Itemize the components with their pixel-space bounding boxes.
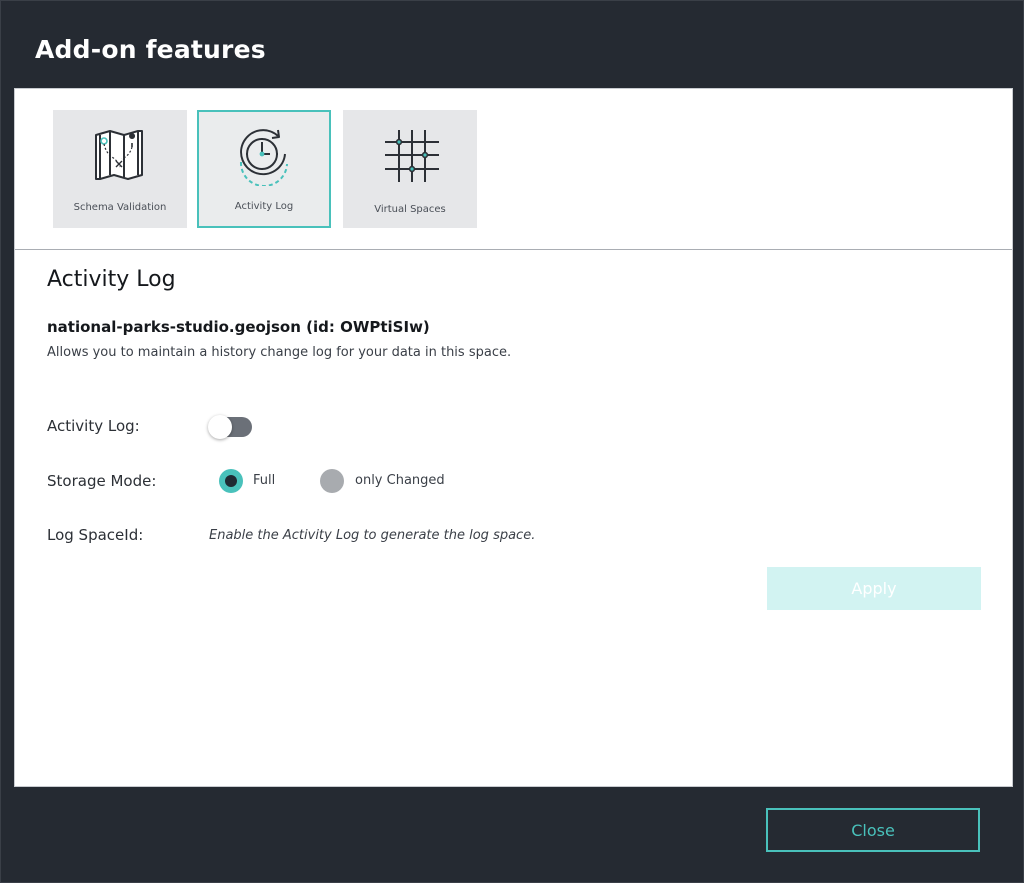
tile-label: Schema Validation <box>73 202 167 213</box>
radio-dot <box>225 475 237 487</box>
apply-button[interactable]: Apply <box>767 567 981 610</box>
storage-mode-only-changed-label[interactable]: only Changed <box>355 473 445 488</box>
modal-content: Schema Validation Activity Log Virtual S… <box>14 88 1013 787</box>
storage-mode-full-label[interactable]: Full <box>253 473 275 488</box>
add-on-features-modal: Add-on features Schema Validation Activi… <box>0 0 1024 883</box>
activity-log-label: Activity Log: <box>47 417 140 435</box>
tile-virtual-spaces[interactable]: Virtual Spaces <box>343 110 477 228</box>
storage-mode-full-radio[interactable] <box>219 469 243 493</box>
section-title: Activity Log <box>47 267 176 292</box>
tile-label: Virtual Spaces <box>374 204 446 215</box>
tile-label: Activity Log <box>234 201 294 212</box>
log-spaceid-label: Log SpaceId: <box>47 526 144 544</box>
modal-title: Add-on features <box>35 35 266 64</box>
close-button[interactable]: Close <box>766 808 980 852</box>
grid-icon <box>343 110 477 200</box>
tile-schema-validation[interactable]: Schema Validation <box>53 110 187 228</box>
space-name: national-parks-studio.geojson (id: OWPti… <box>47 318 430 336</box>
storage-mode-label: Storage Mode: <box>47 472 157 490</box>
space-description: Allows you to maintain a history change … <box>47 345 512 360</box>
activity-log-toggle[interactable] <box>208 415 252 439</box>
log-spaceid-hint: Enable the Activity Log to generate the … <box>209 528 536 543</box>
clock-refresh-icon <box>199 110 329 200</box>
tile-activity-log[interactable]: Activity Log <box>197 110 331 228</box>
divider <box>15 249 1012 250</box>
map-icon <box>53 110 187 200</box>
toggle-knob <box>208 415 232 439</box>
storage-mode-only-changed-radio[interactable] <box>320 469 344 493</box>
